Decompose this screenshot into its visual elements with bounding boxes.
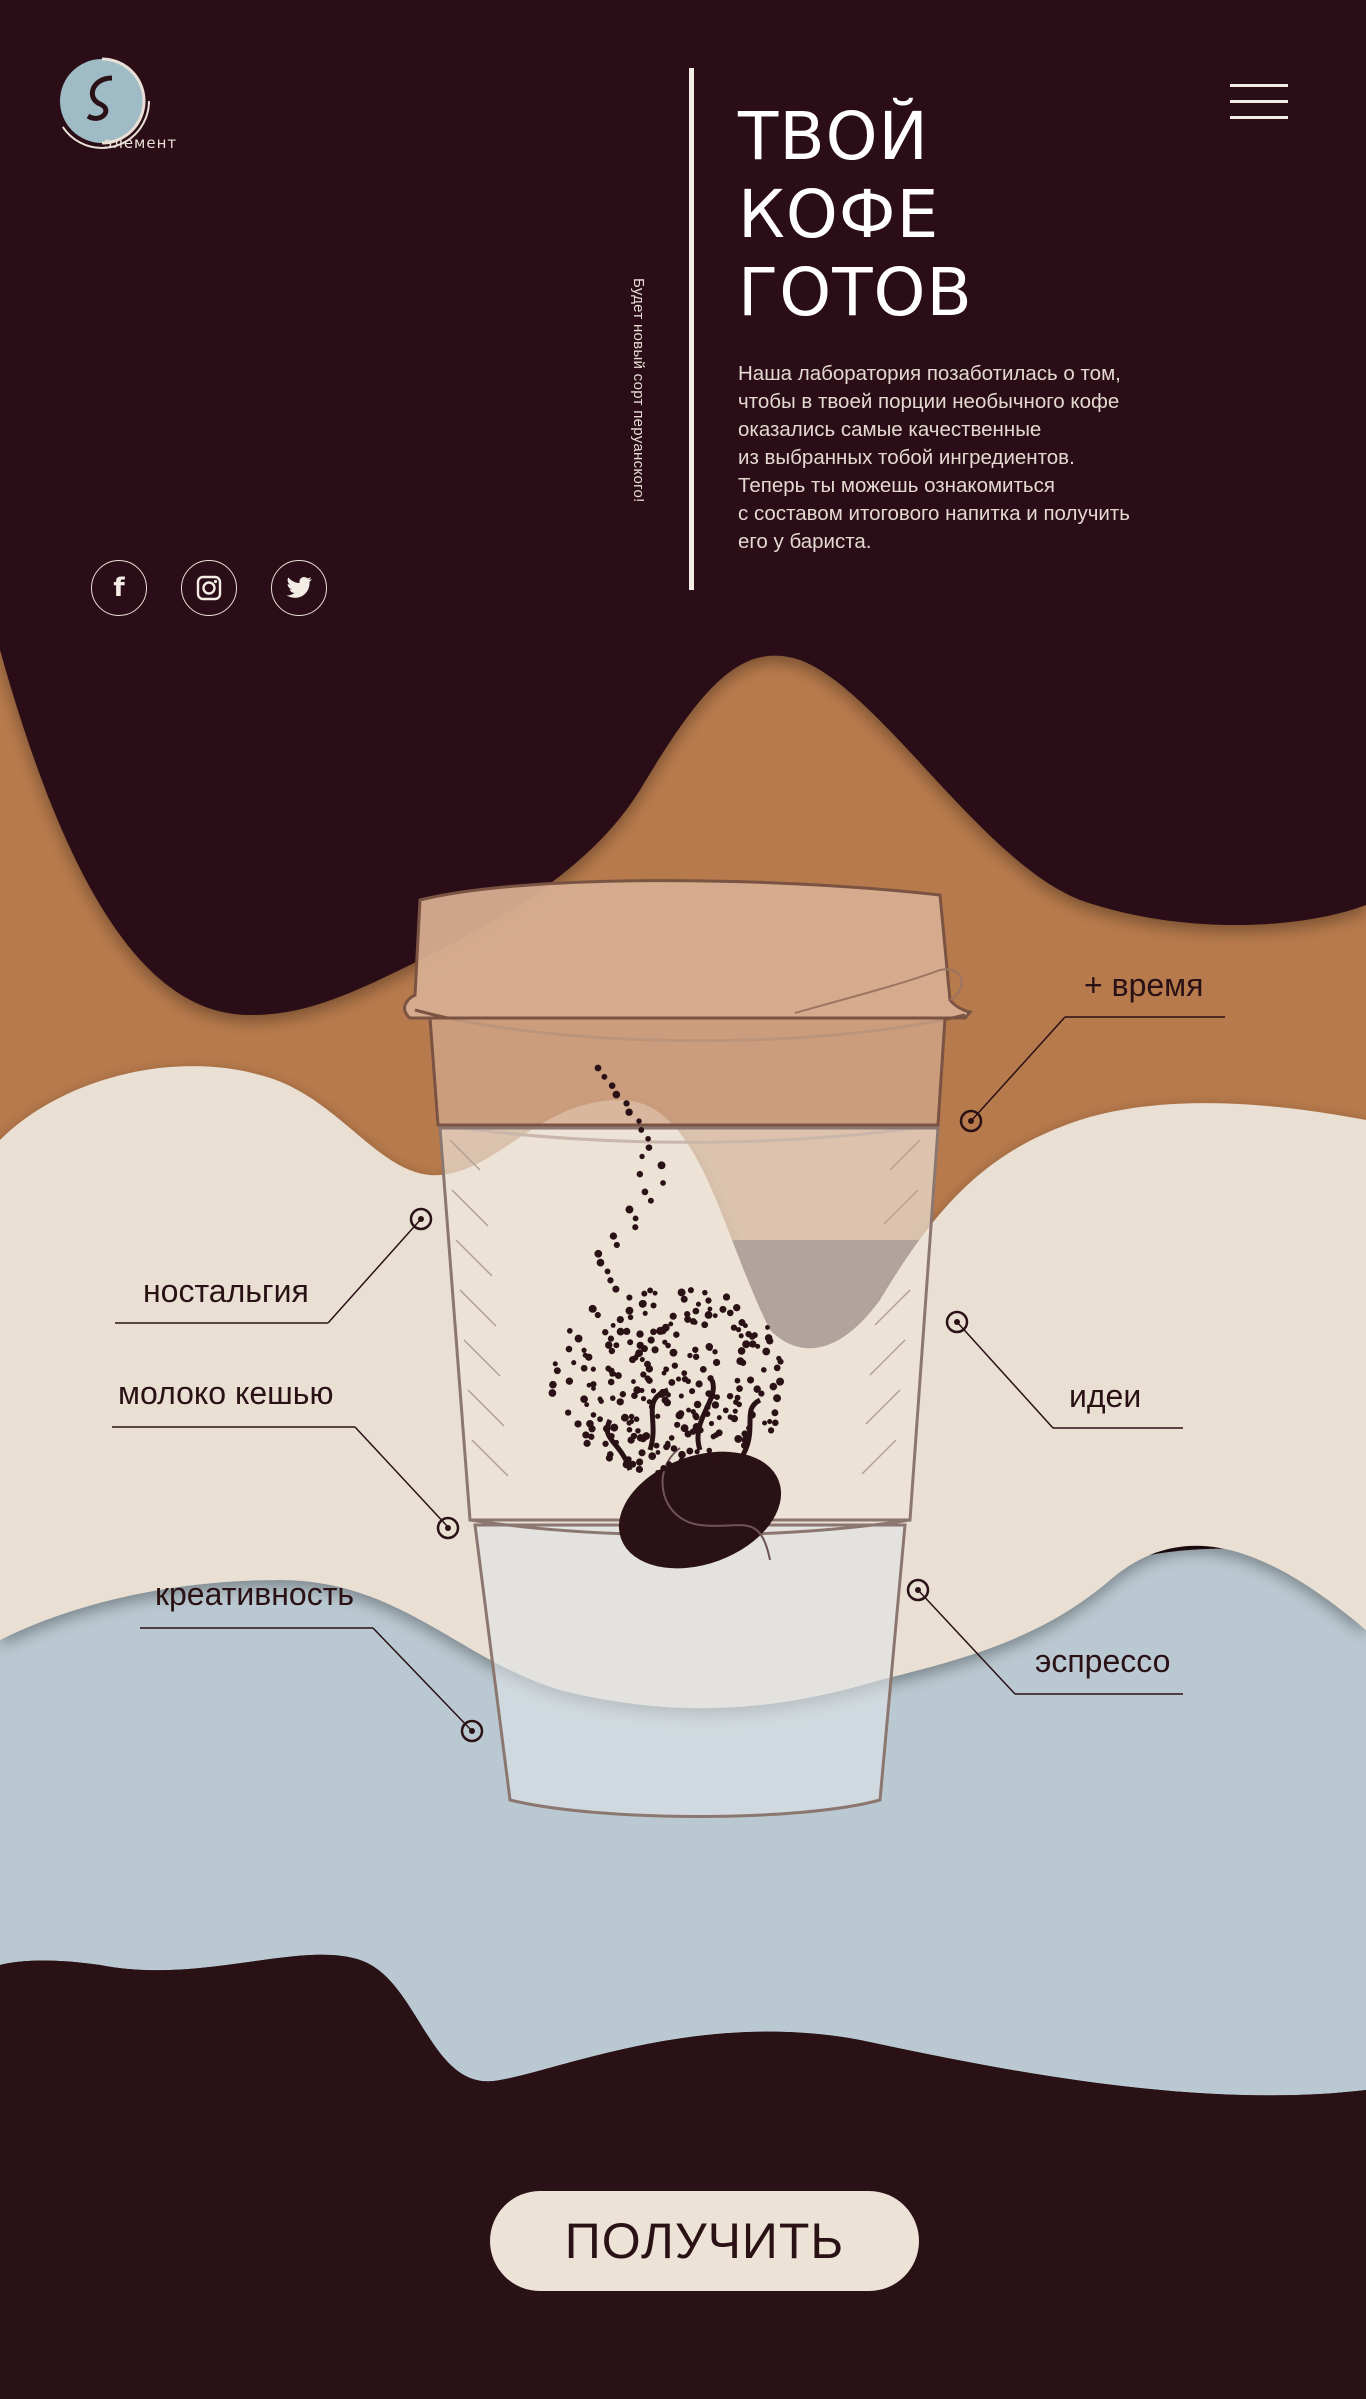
ingredient-label-cashew-milk: молоко кешью [118, 1375, 334, 1411]
get-coffee-button[interactable]: ПОЛУЧИТЬ [490, 2191, 919, 2291]
hamburger-menu-icon[interactable] [1230, 84, 1288, 120]
twitter-glyph [286, 576, 312, 598]
ingredient-label-nostalgia: ностальгия [143, 1273, 309, 1309]
intro-text: Наша лаборатория позаботилась о том, что… [738, 360, 1198, 556]
intro-line: с составом итогового напитка и получить [738, 502, 1130, 525]
intro-line: Теперь ты можешь ознакомиться [738, 474, 1055, 497]
intro-line: чтобы в твоей порции необычного кофе [738, 390, 1120, 413]
ingredient-label-ideas: идеи [1069, 1378, 1142, 1414]
intro-line: из выбранных тобой ингредиентов. [738, 446, 1075, 469]
title-line: ГОТОВ [738, 254, 973, 331]
facebook-glyph: f [113, 573, 125, 603]
twitter-icon[interactable] [271, 560, 327, 616]
instagram-icon[interactable] [181, 560, 237, 616]
intro-line: его у бариста. [738, 530, 872, 553]
side-note: Будет новый сорт перуанского! [630, 278, 647, 503]
ingredient-label-time: + время [1084, 967, 1204, 1003]
brand-name: элемент [104, 134, 178, 152]
ingredient-label-espresso: эспрессо [1035, 1643, 1171, 1679]
title-line: КОФЕ [738, 176, 940, 253]
header-divider [689, 68, 694, 590]
cup-bottom [473, 1523, 907, 1818]
facebook-icon[interactable]: f [91, 560, 147, 616]
instagram-glyph [196, 575, 222, 601]
cup-lid [403, 879, 973, 1020]
intro-line: Наша лаборатория позаботилась о том, [738, 362, 1121, 385]
cup-body-top [428, 1016, 947, 1127]
title-line: ТВОЙ [738, 98, 929, 175]
intro-line: оказались самые качественные [738, 418, 1042, 441]
ingredient-label-creativity: креативность [155, 1576, 355, 1612]
page-title: ТВОЙ КОФЕ ГОТОВ [738, 98, 1138, 332]
